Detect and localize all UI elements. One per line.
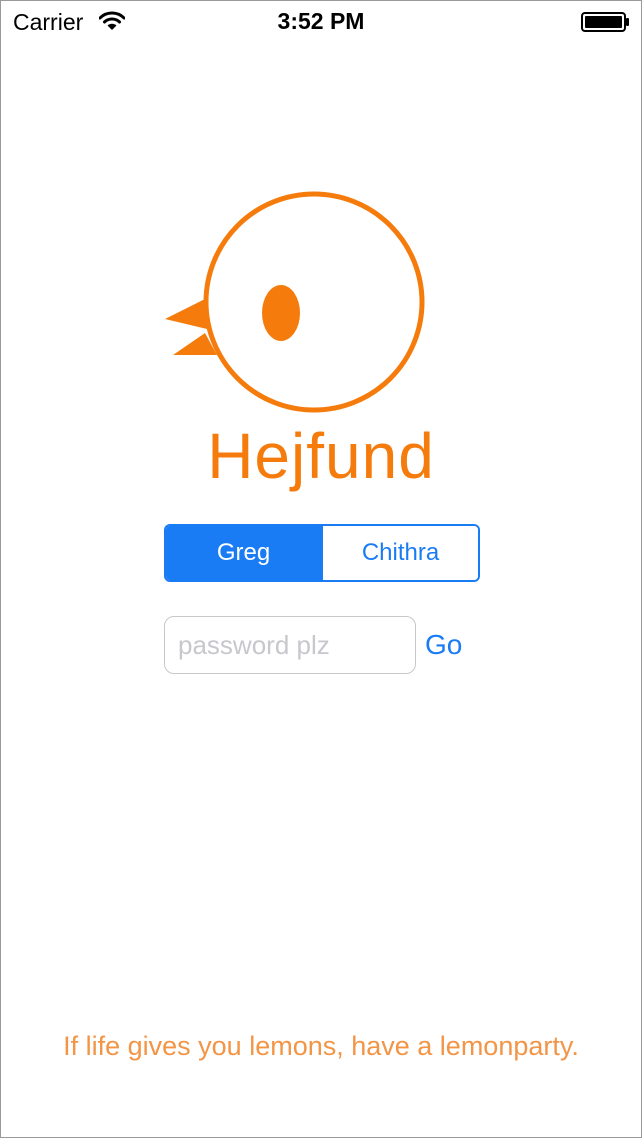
- battery-icon: [581, 12, 631, 32]
- go-button[interactable]: Go: [425, 629, 462, 661]
- bird-logo-icon: [161, 189, 433, 421]
- app-title: Hejfund: [207, 420, 435, 492]
- segment-greg[interactable]: Greg: [166, 526, 321, 580]
- login-screen: Carrier 3:52 PM Hejfund Greg Chithra Go …: [0, 0, 642, 1138]
- user-segmented-control: Greg Chithra: [164, 524, 480, 582]
- password-input[interactable]: [164, 616, 416, 674]
- status-bar: Carrier 3:52 PM: [1, 1, 641, 41]
- tagline: If life gives you lemons, have a lemonpa…: [63, 1031, 579, 1061]
- segment-chithra[interactable]: Chithra: [321, 526, 478, 580]
- status-time: 3:52 PM: [277, 8, 365, 34]
